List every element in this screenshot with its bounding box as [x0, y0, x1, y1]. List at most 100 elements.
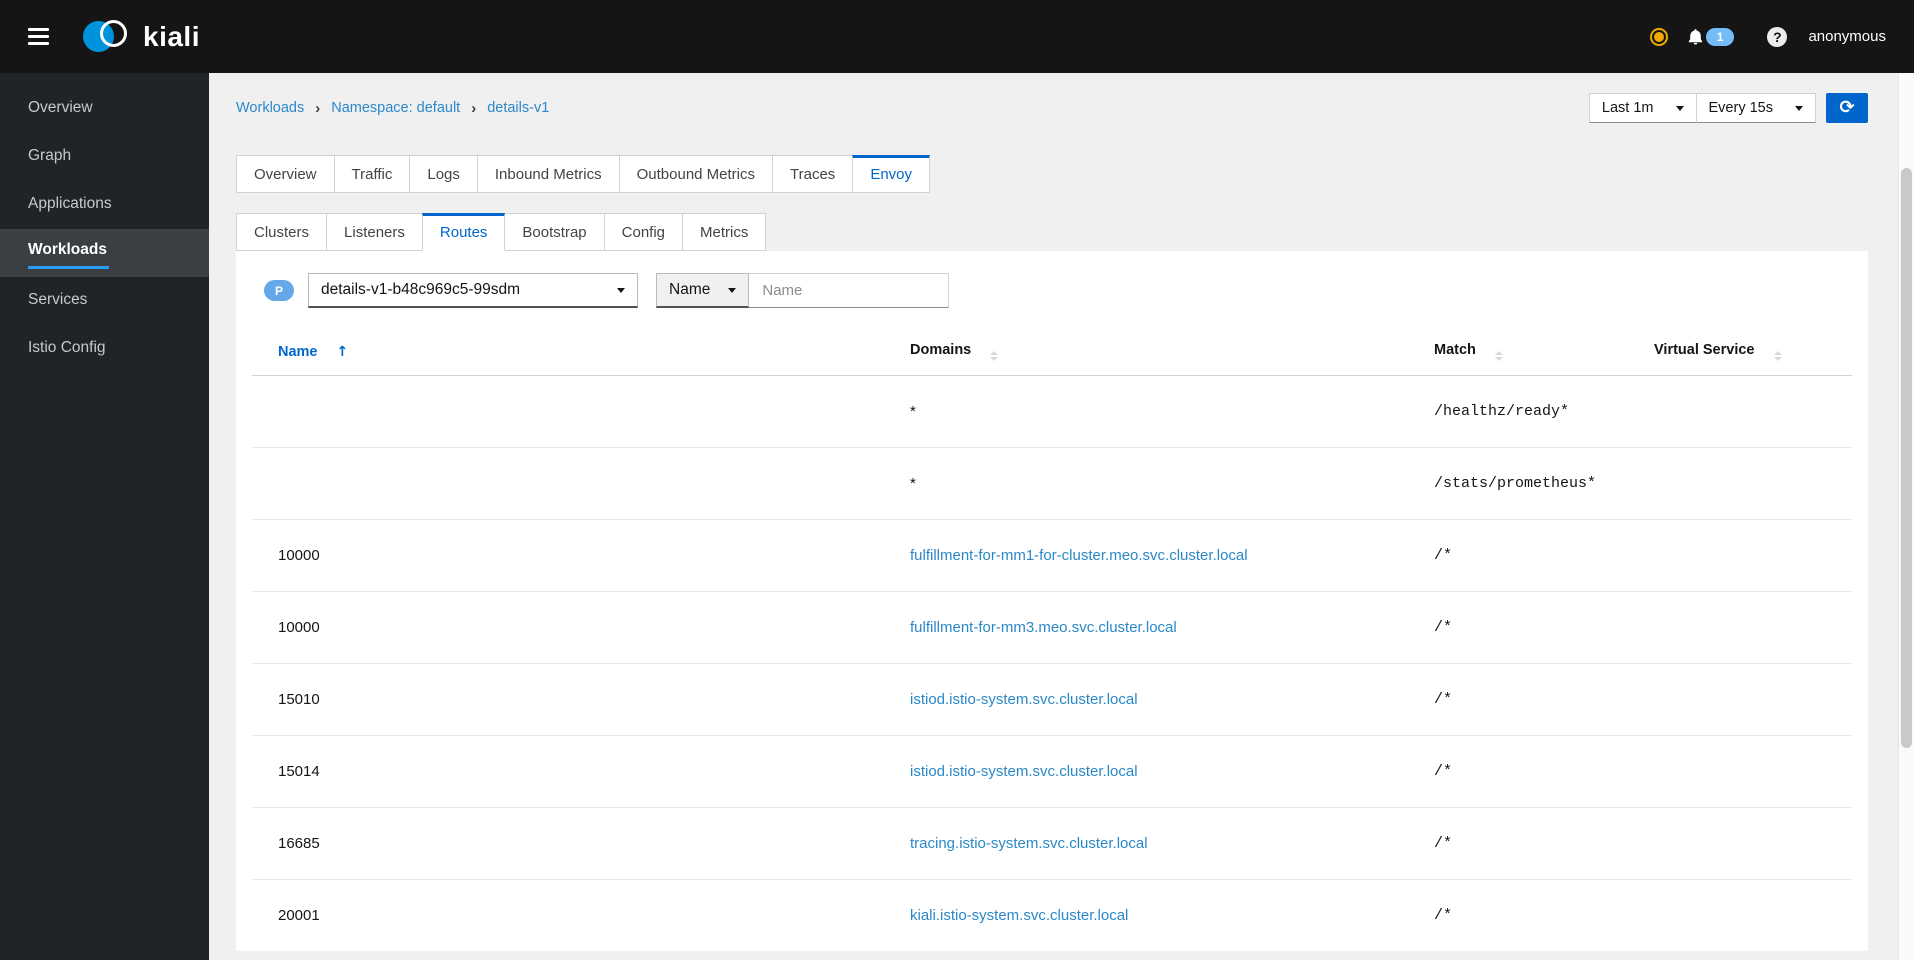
- route-name-cell: [252, 375, 884, 448]
- route-domains-cell: tracing.istio-system.svc.cluster.local: [884, 807, 1408, 880]
- route-virtual-service-cell: [1628, 519, 1852, 592]
- masthead-actions: 1 ? anonymous: [1649, 26, 1886, 47]
- tab-outbound-metrics[interactable]: Outbound Metrics: [618, 155, 774, 193]
- route-domains-cell: *: [884, 375, 1408, 448]
- subtab-metrics[interactable]: Metrics: [682, 213, 767, 251]
- column-header-virtual-service[interactable]: Virtual Service: [1628, 330, 1852, 376]
- route-row: 15010 istiod.istio-system.svc.cluster.loc…: [252, 663, 1852, 736]
- domain-link[interactable]: kiali.istio-system.svc.cluster.local: [910, 907, 1128, 924]
- chevron-down-icon: [617, 287, 625, 293]
- domain-link[interactable]: fulfillment-for-mm1-for-cluster.meo.svc.…: [910, 547, 1248, 564]
- bell-icon: [1688, 29, 1703, 45]
- route-match-cell: /*: [1408, 807, 1628, 880]
- time-toolbar: Last 1m Every 15s ⟳: [1588, 93, 1868, 123]
- user-menu[interactable]: anonymous: [1808, 28, 1886, 45]
- masthead: kiali 1 ? anonymous: [0, 0, 1914, 73]
- refresh-interval-select[interactable]: Every 15s: [1695, 93, 1816, 123]
- subtab-routes[interactable]: Routes: [421, 213, 506, 251]
- duration-value: Last 1m: [1601, 100, 1654, 116]
- refresh-button[interactable]: ⟳: [1826, 93, 1868, 123]
- tab-traffic[interactable]: Traffic: [333, 155, 411, 193]
- column-header-name[interactable]: Name ↑: [252, 330, 884, 376]
- sidebar-item-applications[interactable]: Applications: [0, 181, 209, 229]
- sidebar-item-services[interactable]: Services: [0, 277, 209, 325]
- table-header-row: Name ↑ Domains Match Virtual Service: [252, 330, 1852, 376]
- tab-envoy[interactable]: Envoy: [852, 155, 931, 193]
- scrollbar[interactable]: [1898, 73, 1914, 960]
- breadcrumb-link[interactable]: details-v1: [487, 100, 549, 116]
- route-match-cell: /*: [1408, 519, 1628, 592]
- pod-select[interactable]: details-v1-b48c969c5-99sdm: [308, 273, 638, 308]
- subtab-clusters[interactable]: Clusters: [236, 213, 328, 251]
- breadcrumb-link[interactable]: Workloads: [236, 100, 304, 116]
- sidebar-item-overview[interactable]: Overview: [0, 85, 209, 133]
- notification-badge: 1: [1705, 27, 1735, 46]
- route-name-cell: 15014: [252, 735, 884, 808]
- sort-icon: [1494, 351, 1503, 361]
- column-label: Name: [278, 343, 318, 360]
- sort-ascending-icon: ↑: [336, 343, 349, 360]
- notifications-button[interactable]: 1: [1687, 27, 1735, 46]
- domain-link[interactable]: istiod.istio-system.svc.cluster.local: [910, 763, 1138, 780]
- route-domains-cell: istiod.istio-system.svc.cluster.local: [884, 663, 1408, 736]
- filter-type-select[interactable]: Name: [656, 273, 750, 308]
- route-match-cell: /healthz/ready*: [1408, 375, 1628, 448]
- question-icon: ?: [1773, 28, 1782, 45]
- route-domains-cell: fulfillment-for-mm3.meo.svc.cluster.loca…: [884, 591, 1408, 664]
- route-name-cell: 20001: [252, 879, 884, 951]
- route-name-cell: 16685: [252, 807, 884, 880]
- sidebar-item-label: Applications: [28, 194, 112, 212]
- filter-type-value: Name: [669, 281, 711, 298]
- domain-link[interactable]: fulfillment-for-mm3.meo.svc.cluster.loca…: [910, 619, 1177, 636]
- tab-logs[interactable]: Logs: [409, 155, 478, 193]
- mesh-status-icon[interactable]: [1649, 27, 1668, 46]
- route-domains-cell: *: [884, 447, 1408, 520]
- route-domains-cell: fulfillment-for-mm1-for-cluster.meo.svc.…: [884, 519, 1408, 592]
- tab-inbound-metrics[interactable]: Inbound Metrics: [476, 155, 620, 193]
- breadcrumb-link[interactable]: Namespace: default: [331, 100, 460, 116]
- route-virtual-service-cell: [1628, 879, 1852, 951]
- tab-overview[interactable]: Overview: [236, 155, 335, 193]
- refresh-interval-value: Every 15s: [1708, 100, 1773, 116]
- subtab-bootstrap[interactable]: Bootstrap: [504, 213, 605, 251]
- sidebar-item-label: Services: [28, 290, 88, 308]
- route-match-cell: /*: [1408, 879, 1628, 951]
- filter-group: Name: [656, 273, 950, 308]
- route-row: 16685 tracing.istio-system.svc.cluster.lo…: [252, 807, 1852, 880]
- sort-icon: [990, 351, 999, 361]
- pod-select-value: details-v1-b48c969c5-99sdm: [321, 281, 521, 298]
- domain-link[interactable]: istiod.istio-system.svc.cluster.local: [910, 691, 1138, 708]
- route-match-cell: /*: [1408, 591, 1628, 664]
- sidebar-item-istio-config[interactable]: Istio Config: [0, 325, 209, 373]
- domain-link[interactable]: tracing.istio-system.svc.cluster.local: [910, 835, 1148, 852]
- route-virtual-service-cell: [1628, 663, 1852, 736]
- duration-select[interactable]: Last 1m: [1588, 93, 1697, 123]
- subtab-config[interactable]: Config: [603, 213, 683, 251]
- route-virtual-service-cell: [1628, 591, 1852, 664]
- route-row: 10000 fulfillment-for-mm3.meo.svc.cluster…: [252, 591, 1852, 664]
- route-virtual-service-cell: [1628, 807, 1852, 880]
- column-header-match[interactable]: Match: [1408, 330, 1628, 376]
- brand-title: kiali: [143, 20, 200, 52]
- routes-card: P details-v1-b48c969c5-99sdm Name Name ↑: [236, 251, 1868, 951]
- scrollbar-thumb[interactable]: [1901, 168, 1912, 748]
- kiali-brand[interactable]: kiali: [83, 19, 200, 55]
- route-domains-cell: istiod.istio-system.svc.cluster.local: [884, 735, 1408, 808]
- route-match-cell: /*: [1408, 663, 1628, 736]
- envoy-tabs: Clusters Listeners Routes Bootstrap Config Me…: [236, 213, 1868, 251]
- sidebar-item-label: Overview: [28, 98, 93, 116]
- chevron-down-icon: [1675, 105, 1684, 111]
- page-header: Workloads › Namespace: default › details-v1 …: [236, 93, 1868, 123]
- sidebar-item-label: Istio Config: [28, 338, 106, 356]
- route-name-cell: [252, 447, 884, 520]
- sidebar-item-graph[interactable]: Graph: [0, 133, 209, 181]
- sidebar-item-workloads[interactable]: Workloads: [0, 229, 209, 277]
- breadcrumb-separator-icon: ›: [471, 99, 477, 117]
- name-filter-input[interactable]: [749, 273, 950, 308]
- breadcrumb-separator-icon: ›: [315, 99, 321, 117]
- column-header-domains[interactable]: Domains: [884, 330, 1408, 376]
- menu-toggle-button[interactable]: [24, 22, 53, 51]
- subtab-listeners[interactable]: Listeners: [326, 213, 423, 251]
- tab-traces[interactable]: Traces: [772, 155, 854, 193]
- help-button[interactable]: ?: [1767, 26, 1788, 47]
